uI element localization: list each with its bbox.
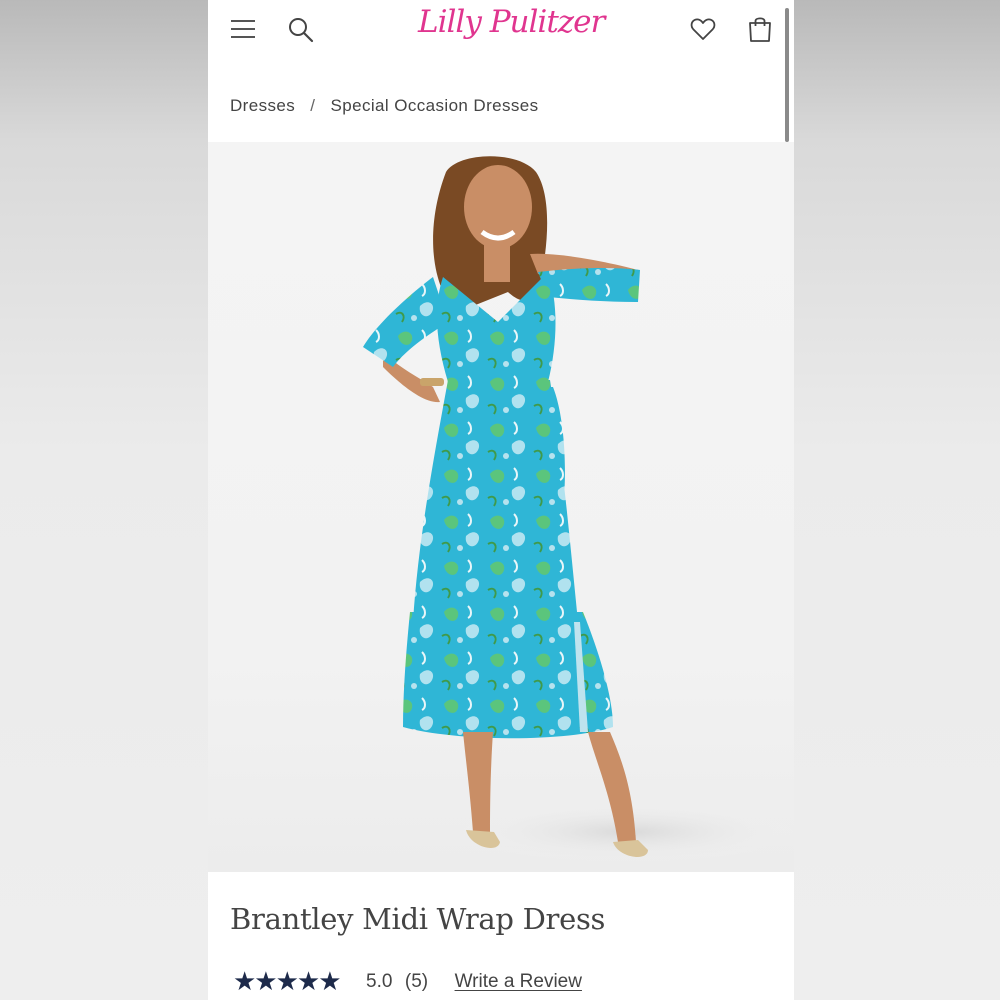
rating-row: ★★★★★ 5.0 (5) Write a Review [233, 966, 582, 996]
star-rating-icon[interactable]: ★★★★★ [233, 966, 342, 997]
mobile-screen: Lilly Pulitzer Dresses / Special Occasio… [208, 0, 794, 1000]
scrollbar[interactable] [785, 8, 789, 142]
write-review-link[interactable]: Write a Review [455, 971, 582, 993]
hamburger-menu-icon[interactable] [231, 19, 255, 39]
product-title: Brantley Midi Wrap Dress [230, 902, 606, 936]
breadcrumb: Dresses / Special Occasion Dresses [230, 96, 539, 116]
model-illustration [363, 156, 794, 862]
site-header: Lilly Pulitzer [208, 0, 794, 142]
breadcrumb-item-dresses[interactable]: Dresses [230, 96, 295, 115]
breadcrumb-separator: / [310, 96, 316, 115]
heart-icon[interactable] [690, 17, 716, 41]
shopping-bag-icon[interactable] [747, 15, 773, 43]
left-backdrop [0, 0, 208, 1000]
right-backdrop [794, 0, 1000, 1000]
product-image[interactable] [208, 142, 794, 872]
breadcrumb-item-special-occasion[interactable]: Special Occasion Dresses [331, 96, 539, 115]
search-icon[interactable] [288, 17, 314, 43]
brand-logo[interactable]: Lilly Pulitzer [418, 4, 605, 54]
review-count[interactable]: (5) [405, 971, 428, 993]
product-info: Brantley Midi Wrap Dress ★★★★★ 5.0 (5) W… [208, 872, 794, 1000]
rating-score: 5.0 [366, 970, 393, 992]
